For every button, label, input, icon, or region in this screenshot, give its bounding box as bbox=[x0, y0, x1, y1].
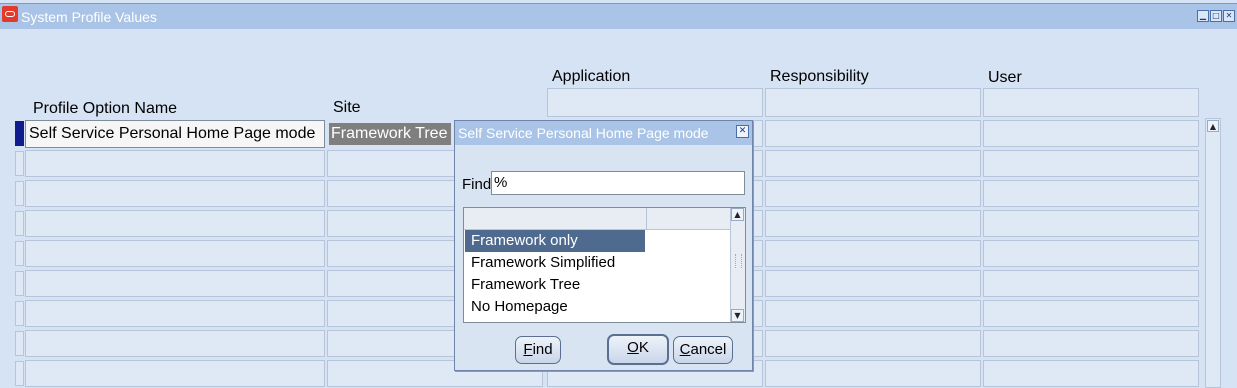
window-controls: ▁ □ ✕ bbox=[1197, 10, 1235, 22]
column-header-responsibility: Responsibility bbox=[770, 68, 869, 85]
list-item-framework-simplified[interactable]: Framework Simplified bbox=[465, 252, 645, 274]
profile-option-name-cell[interactable] bbox=[25, 150, 325, 177]
record-indicator[interactable] bbox=[15, 241, 24, 266]
responsibility-cell[interactable] bbox=[765, 240, 981, 267]
user-cell[interactable] bbox=[983, 210, 1199, 237]
record-indicator[interactable] bbox=[15, 211, 24, 236]
responsibility-cell[interactable] bbox=[765, 210, 981, 237]
responsibility-cell[interactable] bbox=[765, 360, 981, 387]
dialog-title: Self Service Personal Home Page mode bbox=[458, 125, 709, 141]
list-of-values-dialog: Self Service Personal Home Page mode ✕ F… bbox=[454, 120, 753, 371]
profile-option-name-cell[interactable] bbox=[25, 210, 325, 237]
window-title: System Profile Values bbox=[21, 9, 157, 25]
list-item-no-homepage[interactable]: No Homepage bbox=[465, 296, 645, 318]
column-header-application: Application bbox=[552, 68, 631, 85]
profile-option-name-cell[interactable] bbox=[25, 300, 325, 327]
user-cell[interactable] bbox=[983, 240, 1199, 267]
user-cell[interactable] bbox=[983, 300, 1199, 327]
user-cell[interactable] bbox=[983, 360, 1199, 387]
record-indicator[interactable] bbox=[15, 151, 24, 176]
column-header-user: User bbox=[988, 69, 1022, 86]
record-indicator[interactable] bbox=[15, 181, 24, 206]
record-indicator[interactable] bbox=[15, 331, 24, 356]
cancel-button[interactable]: Cancel bbox=[673, 336, 733, 364]
user-cell[interactable] bbox=[983, 270, 1199, 297]
profile-option-name-cell[interactable] bbox=[25, 180, 325, 207]
list-column-header-value bbox=[464, 208, 647, 229]
find-button[interactable]: Find bbox=[515, 336, 561, 364]
minimize-icon[interactable]: ▁ bbox=[1197, 10, 1209, 22]
user-context-field[interactable] bbox=[983, 88, 1199, 117]
list-scroll-down-icon[interactable]: ▼ bbox=[731, 309, 744, 322]
list-scroll-thumb[interactable] bbox=[735, 254, 742, 268]
column-header-profile-option-name: Profile Option Name bbox=[33, 100, 178, 117]
dialog-close-icon[interactable]: ✕ bbox=[736, 125, 749, 138]
responsibility-cell[interactable] bbox=[765, 180, 981, 207]
profile-option-name-cell[interactable] bbox=[25, 240, 325, 267]
column-header-site: Site bbox=[333, 99, 361, 116]
user-cell[interactable] bbox=[983, 330, 1199, 357]
dialog-titlebar: Self Service Personal Home Page mode ✕ bbox=[455, 121, 752, 145]
responsibility-cell[interactable] bbox=[765, 120, 981, 147]
profile-option-name-cell[interactable] bbox=[25, 360, 325, 387]
current-record-indicator[interactable] bbox=[15, 121, 24, 146]
responsibility-context-field[interactable] bbox=[765, 88, 981, 117]
scroll-up-arrow-icon[interactable]: ▲ bbox=[1207, 120, 1219, 132]
lov-results-list[interactable]: Framework only Framework Simplified Fram… bbox=[463, 207, 746, 323]
responsibility-cell[interactable] bbox=[765, 330, 981, 357]
record-indicator[interactable] bbox=[15, 301, 24, 326]
ok-button[interactable]: OK bbox=[607, 334, 669, 365]
profile-option-name-cell[interactable] bbox=[25, 330, 325, 357]
list-column-header bbox=[464, 208, 730, 230]
responsibility-cell[interactable] bbox=[765, 270, 981, 297]
list-item-framework-tree[interactable]: Framework Tree bbox=[465, 274, 645, 296]
profile-option-name-cell[interactable]: Self Service Personal Home Page mode bbox=[25, 120, 325, 148]
profile-option-name-cell[interactable] bbox=[25, 270, 325, 297]
list-item-framework-only[interactable]: Framework only bbox=[465, 230, 645, 252]
user-cell[interactable] bbox=[983, 120, 1199, 147]
responsibility-cell[interactable] bbox=[765, 300, 981, 327]
responsibility-cell[interactable] bbox=[765, 150, 981, 177]
record-indicator[interactable] bbox=[15, 271, 24, 296]
find-label: Find bbox=[462, 176, 492, 193]
list-scrollbar[interactable]: ▲ ▼ bbox=[730, 208, 745, 322]
user-cell[interactable] bbox=[983, 180, 1199, 207]
oracle-app-icon bbox=[2, 6, 18, 22]
form-scrollbar[interactable]: ▲ bbox=[1205, 118, 1221, 388]
application-context-field[interactable] bbox=[547, 88, 763, 117]
find-input[interactable]: % bbox=[491, 171, 745, 195]
user-cell[interactable] bbox=[983, 150, 1199, 177]
maximize-icon[interactable]: □ bbox=[1210, 10, 1222, 22]
site-value-cell[interactable]: Framework Tree bbox=[329, 123, 451, 145]
window-titlebar: System Profile Values ▁ □ ✕ bbox=[0, 3, 1237, 29]
record-indicator[interactable] bbox=[15, 361, 24, 386]
close-icon[interactable]: ✕ bbox=[1223, 10, 1235, 22]
list-scroll-up-icon[interactable]: ▲ bbox=[731, 208, 744, 221]
